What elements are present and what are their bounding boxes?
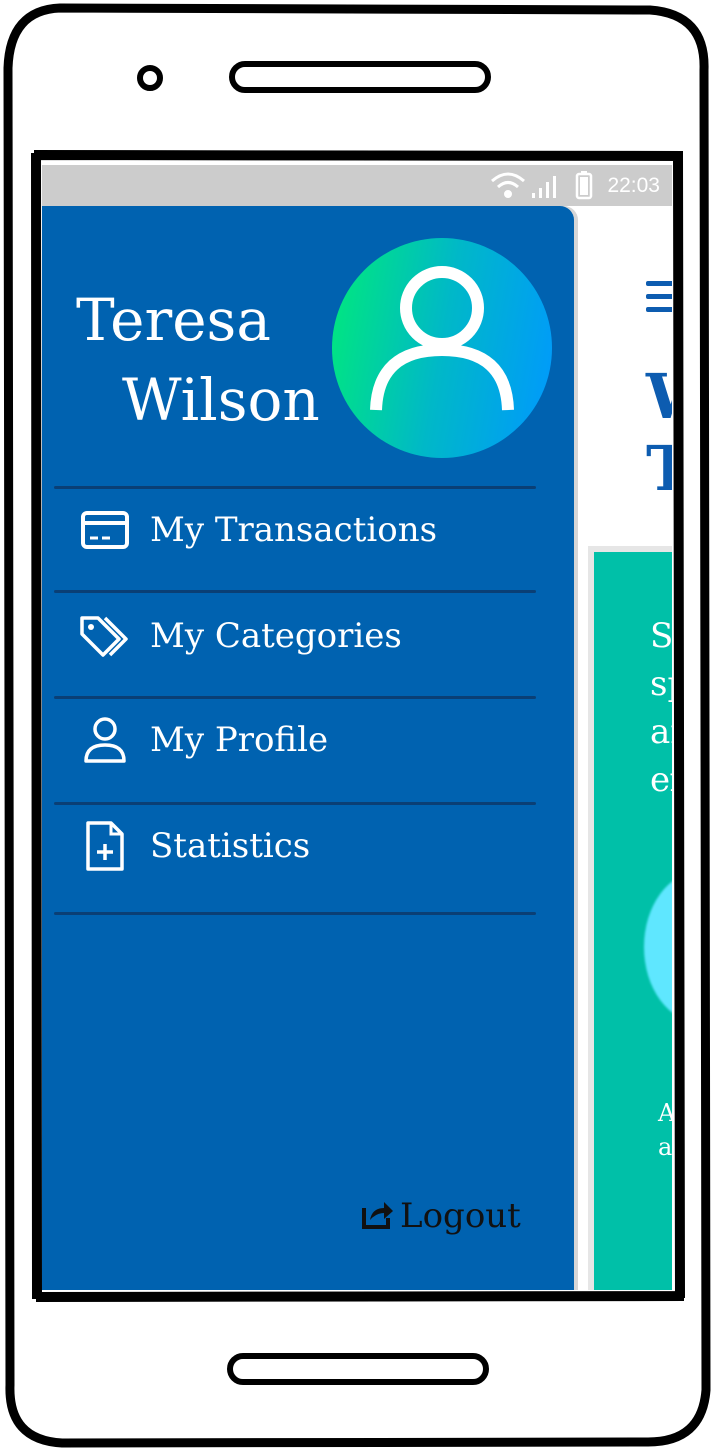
file-plus-icon — [78, 819, 132, 873]
hamburger-menu-icon[interactable] — [646, 281, 672, 320]
logout-button[interactable]: Logout — [360, 1196, 521, 1236]
main-title: W T — [646, 361, 672, 505]
menu-item-categories[interactable]: My Categories — [78, 596, 538, 676]
menu-item-label: My Transactions — [150, 510, 438, 550]
user-name: Teresa Wilson — [76, 280, 320, 440]
user-last-name: Wilson — [122, 366, 320, 434]
avatar[interactable] — [332, 238, 552, 458]
divider — [54, 912, 536, 915]
navigation-drawer: Teresa Wilson My Transactions My Categor… — [42, 206, 574, 1290]
status-icons — [488, 169, 612, 205]
menu-item-label: My Categories — [150, 616, 402, 656]
menu-item-label: Statistics — [150, 826, 311, 866]
wifi-icon — [491, 172, 525, 198]
status-bar: 22:03 — [42, 165, 672, 206]
signal-icon — [532, 176, 556, 198]
card-illustration — [644, 872, 672, 1022]
logout-label: Logout — [400, 1196, 521, 1236]
menu-item-statistics[interactable]: Statistics — [78, 806, 538, 886]
info-card: Sa sp ar ex A a — [588, 546, 672, 1290]
user-icon — [370, 266, 514, 411]
share-out-icon — [360, 1198, 394, 1234]
divider — [54, 486, 536, 489]
battery-icon — [575, 171, 593, 200]
divider — [54, 590, 536, 593]
menu-item-profile[interactable]: My Profile — [78, 700, 538, 780]
divider — [54, 696, 536, 699]
info-card-text: Sa sp ar ex — [650, 616, 672, 800]
phone-screen: 22:03 W T Sa sp ar ex A a Teresa Wilson — [42, 165, 672, 1290]
tags-icon — [78, 609, 132, 663]
user-first-name: Teresa — [76, 286, 271, 354]
credit-card-icon — [78, 503, 132, 557]
menu-item-label: My Profile — [150, 720, 329, 760]
status-time: 22:03 — [607, 174, 660, 197]
user-icon — [78, 713, 132, 767]
divider — [54, 802, 536, 805]
info-card-footer: A a — [658, 1099, 672, 1161]
menu-item-transactions[interactable]: My Transactions — [78, 490, 538, 570]
